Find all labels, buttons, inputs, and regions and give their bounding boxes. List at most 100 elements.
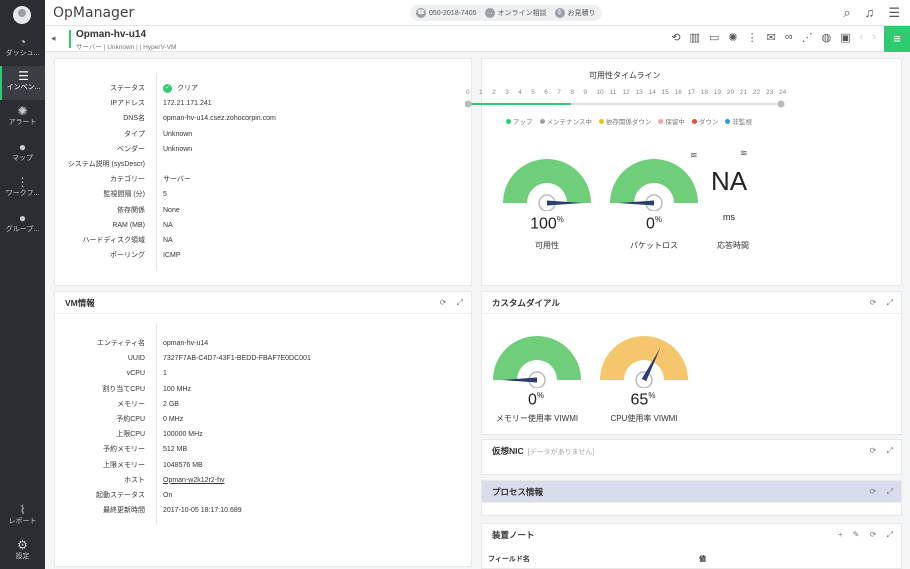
- refresh-icon[interactable]: ⟳: [440, 298, 447, 307]
- refresh-icon[interactable]: ⟳: [870, 487, 877, 496]
- timeline-hour-label: 11: [609, 89, 617, 96]
- monitors-icon[interactable]: ▭: [709, 31, 719, 44]
- topology-icon[interactable]: ⋰: [802, 31, 813, 44]
- timeline-hour-label: 19: [713, 89, 722, 96]
- availability-gauge: [503, 159, 591, 211]
- phone-number: 050-2018-7405: [429, 9, 477, 17]
- vm-info-value: 0 MHz: [163, 416, 184, 423]
- sidebar-item-label: ダッシュ...: [5, 50, 40, 57]
- poll-now-icon[interactable]: ⟲: [671, 31, 680, 44]
- timeline-hour-label: 21: [739, 89, 748, 96]
- timeline-hour-label: 8: [570, 89, 574, 96]
- sidebar-item-inventory[interactable]: ☰ インベン...: [0, 66, 45, 100]
- workflow-icon[interactable]: ⋮: [747, 31, 758, 44]
- sidebar-item-dashboard[interactable]: ◔ ダッシュ...: [0, 32, 45, 66]
- sidebar-item-reports[interactable]: ⌇ レポート: [0, 500, 45, 534]
- edit-icon[interactable]: ✎: [853, 530, 860, 539]
- memory-usage-label: メモリー使用率 VIWMI: [495, 414, 579, 423]
- legend-dot-icon: [658, 119, 664, 124]
- phone-link[interactable]: ☎ 050-2018-7405: [416, 8, 477, 18]
- prev-device-icon[interactable]: ‹: [860, 31, 864, 44]
- timeline-hour-label: 12: [622, 89, 630, 96]
- vm-info-key: 予約CPU: [116, 416, 145, 423]
- vm-info-value: On: [163, 492, 173, 499]
- consult-link[interactable]: … オンライン相談: [484, 8, 547, 18]
- add-icon[interactable]: +: [838, 530, 843, 539]
- alarms-icon[interactable]: ✺: [728, 31, 737, 44]
- legend-label: アップ: [513, 119, 533, 126]
- sidebar-item-label: 設定: [15, 553, 30, 560]
- expand-icon[interactable]: ⤢: [887, 446, 893, 455]
- refresh-icon[interactable]: ⟳: [870, 446, 877, 455]
- quote-link[interactable]: $ お見積り: [554, 8, 596, 18]
- summary-row: カテゴリー サーバー: [55, 172, 191, 187]
- link-icon[interactable]: ∞: [785, 31, 793, 44]
- expand-icon[interactable]: ⤢: [457, 298, 463, 307]
- availability-value: 100%: [530, 215, 564, 233]
- map-pin-icon: ●: [18, 140, 27, 154]
- sidebar-item-settings[interactable]: ⚙ 設定: [0, 535, 45, 569]
- topbar: OpManager ☎ 050-2018-7405 … オンライン相談 $ お見…: [45, 0, 910, 26]
- summary-value: サーバー: [163, 176, 191, 184]
- summary-value: Unknown: [163, 130, 193, 138]
- notes-col-field: フィールド名: [488, 556, 530, 563]
- sidebar-item-label: インベン...: [6, 84, 41, 91]
- terminal-icon[interactable]: ▣: [840, 31, 850, 44]
- back-arrow-icon[interactable]: ◂: [51, 33, 56, 44]
- vm-info-header: VM情報 ⟳ ⤢: [55, 292, 471, 314]
- timeline-hour-label: 2: [492, 89, 496, 96]
- expand-icon[interactable]: ⤢: [887, 530, 893, 539]
- graphs-icon[interactable]: ▥: [690, 31, 700, 44]
- refresh-icon[interactable]: ⟳: [870, 298, 877, 307]
- search-icon[interactable]: ⌕: [843, 5, 850, 21]
- expand-icon[interactable]: ⤢: [887, 298, 893, 307]
- summary-key: ポーリング: [110, 252, 145, 260]
- timeline-hour-label: 20: [726, 89, 735, 96]
- globe-icon[interactable]: ◍: [822, 31, 832, 44]
- vm-info-key: ホスト: [124, 476, 145, 484]
- menu-button[interactable]: ≡: [884, 26, 910, 52]
- sidebar-item-workflow[interactable]: ⋮ ワークフ...: [0, 172, 45, 206]
- response-time-value: NA: [711, 166, 748, 196]
- cpu-usage-label: CPU使用率 VIWMI: [610, 414, 678, 423]
- summary-row: システム説明 (sysDescr): [55, 157, 163, 172]
- legend-label: 依存関係ダウン: [605, 119, 652, 126]
- summary-key: ハードディスク領域: [82, 237, 145, 244]
- host-link[interactable]: Opman-w2k12r2-hv: [163, 473, 224, 488]
- vm-info-key: 上限メモリー: [103, 461, 145, 469]
- hedgehog-icon: ≋: [740, 148, 748, 158]
- bell-icon[interactable]: ♫: [865, 5, 875, 21]
- vm-info-row: 上限メモリー 1048576 MB: [55, 458, 203, 473]
- vm-info-key: 予約メモリー: [103, 446, 145, 454]
- summary-value: opman-hv-u14.csez.zohocorpin.com: [163, 115, 276, 123]
- alarm-icon: ✺: [17, 104, 28, 118]
- availability-label: 可用性: [535, 241, 559, 250]
- timeline-hour-label: 7: [557, 89, 561, 96]
- notify-icon[interactable]: ✉: [767, 31, 776, 44]
- check-circle-icon: ✓: [163, 84, 172, 93]
- sidebar-item-map[interactable]: ● マップ: [0, 137, 45, 171]
- custom-dials-title: カスタムダイアル: [492, 298, 560, 308]
- timeline-hour-label: 5: [531, 89, 535, 96]
- vm-info-row: ホスト Opman-w2k12r2-hv: [55, 473, 224, 488]
- process-info-panel: プロセス情報 ⟳ ⤢: [481, 480, 902, 516]
- packet-loss-value: 0%: [645, 215, 663, 233]
- status-text: クリア: [177, 85, 198, 92]
- refresh-icon[interactable]: ⟳: [870, 530, 877, 539]
- timeline-end-dot: [777, 100, 785, 108]
- legend-label: 保留中: [665, 119, 685, 126]
- vm-info-key: 起動ステータス: [96, 492, 145, 499]
- vm-info-row: 予約メモリー 512 MB: [55, 442, 187, 457]
- process-info-header[interactable]: プロセス情報 ⟳ ⤢: [482, 481, 901, 503]
- device-notes-title: 装置ノート: [492, 530, 535, 540]
- sidebar: ◔ ダッシュ... ☰ インベン... ✺ アラート ● マップ ⋮ ワークフ.…: [0, 0, 45, 569]
- sidebar-item-alarms[interactable]: ✺ アラート: [0, 101, 45, 135]
- vm-info-row: UUID 7327F7AB-C4D7-43F1-BEDD-FBAF7E0DC001: [55, 351, 311, 366]
- expand-icon[interactable]: ⤢: [887, 487, 893, 496]
- sliders-icon[interactable]: ☰: [888, 5, 900, 21]
- user-avatar-icon[interactable]: [13, 6, 31, 24]
- sidebar-item-groups[interactable]: ● グループ...: [0, 208, 45, 242]
- sidebar-item-label: アラート: [8, 119, 37, 126]
- gauge-icon: ◔: [18, 35, 27, 49]
- next-device-icon[interactable]: ›: [872, 31, 876, 44]
